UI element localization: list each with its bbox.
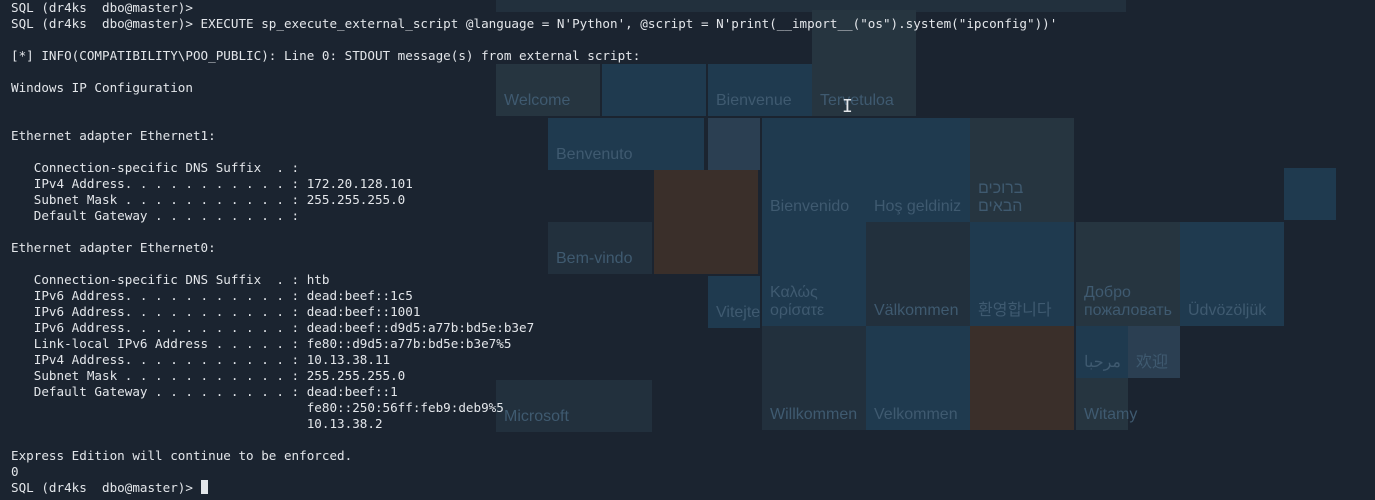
terminal-line: IPv6 Address. . . . . . . . . . . : dead…	[11, 320, 535, 335]
terminal-line: IPv4 Address. . . . . . . . . . . : 10.1…	[11, 352, 391, 367]
terminal-line: 10.13.38.2	[11, 416, 383, 431]
terminal-line: IPv6 Address. . . . . . . . . . . : dead…	[11, 304, 421, 319]
terminal-line: Express Edition will continue to be enfo…	[11, 448, 353, 463]
terminal-line: Subnet Mask . . . . . . . . . . . : 255.…	[11, 192, 406, 207]
terminal-output[interactable]: SQL (dr4ks dbo@master)> SQL (dr4ks dbo@m…	[11, 0, 1371, 496]
terminal-line: SQL (dr4ks dbo@master)>	[11, 0, 193, 15]
terminal-line: 0	[11, 464, 19, 479]
terminal-line: Ethernet adapter Ethernet0:	[11, 240, 216, 255]
terminal-prompt-line[interactable]: SQL (dr4ks dbo@master)>	[11, 480, 1371, 496]
terminal-line: IPv4 Address. . . . . . . . . . . : 172.…	[11, 176, 413, 191]
text-cursor	[200, 480, 208, 494]
terminal-line: Connection-specific DNS Suffix . : htb	[11, 272, 330, 287]
terminal-line: IPv6 Address. . . . . . . . . . . : dead…	[11, 288, 413, 303]
terminal-line: Default Gateway . . . . . . . . . :	[11, 208, 300, 223]
terminal-line: SQL (dr4ks dbo@master)> EXECUTE sp_execu…	[11, 16, 1058, 31]
terminal-line: Default Gateway . . . . . . . . . : dead…	[11, 384, 398, 399]
terminal-line: fe80::250:56ff:feb9:deb9%5	[11, 400, 504, 415]
terminal-line: Subnet Mask . . . . . . . . . . . : 255.…	[11, 368, 406, 383]
mouse-ibeam-icon: I	[842, 96, 853, 117]
terminal-line: Ethernet adapter Ethernet1:	[11, 128, 216, 143]
terminal-line: [*] INFO(COMPATIBILITY\POO_PUBLIC): Line…	[11, 48, 641, 63]
terminal-line: Connection-specific DNS Suffix . :	[11, 160, 300, 175]
terminal-prompt: SQL (dr4ks dbo@master)>	[11, 480, 193, 495]
terminal-line: Link-local IPv6 Address . . . . . : fe80…	[11, 336, 512, 351]
terminal-line: Windows IP Configuration	[11, 80, 193, 95]
